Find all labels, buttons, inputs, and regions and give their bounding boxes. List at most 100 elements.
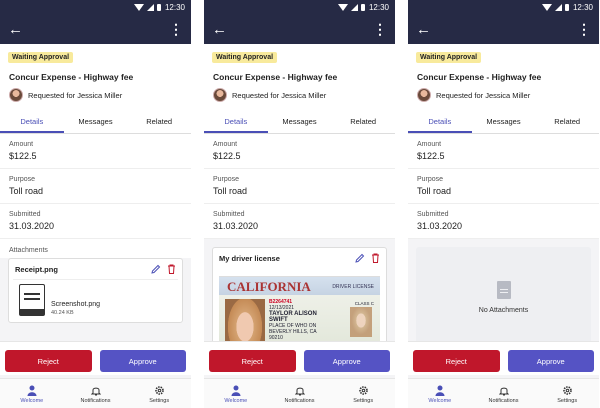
person-icon bbox=[230, 384, 242, 396]
approve-button[interactable]: Approve bbox=[303, 350, 390, 372]
field-value: Toll road bbox=[213, 186, 248, 196]
empty-attachments-label: No Attachments bbox=[478, 306, 529, 314]
app-bar: ← ⋮ bbox=[0, 14, 191, 44]
attachments-label: Attachments bbox=[0, 239, 191, 258]
field-submitted: Submitted 31.03.2020 bbox=[204, 204, 395, 239]
field-submitted: Submitted 31.03.2020 bbox=[408, 204, 599, 239]
status-badge: Waiting Approval bbox=[416, 52, 482, 63]
wifi-icon bbox=[133, 3, 144, 11]
wifi-icon bbox=[541, 3, 552, 11]
more-vert-icon[interactable]: ⋮ bbox=[577, 22, 591, 36]
detail-sheet: Waiting Approval Concur Expense - Highwa… bbox=[204, 44, 395, 239]
field-amount: Amount $122.5 bbox=[408, 134, 599, 169]
field-amount: Amount $122.5 bbox=[204, 134, 395, 169]
tab-messages[interactable]: Messages bbox=[472, 111, 536, 133]
requester: Requested for Jessica Miller bbox=[9, 88, 191, 102]
tab-details[interactable]: Details bbox=[204, 111, 268, 133]
status-time: 12:30 bbox=[572, 2, 593, 12]
field-submitted: Submitted 31.03.2020 bbox=[0, 204, 191, 239]
status-bar: 12:30 bbox=[0, 0, 191, 14]
requester: Requested for Jessica Miller bbox=[213, 88, 395, 102]
license-ghost-photo bbox=[350, 307, 372, 337]
file-row[interactable]: Screenshot.png 40.24 KB bbox=[13, 279, 178, 322]
phone-no-attachments: 12:30 ← ⋮ Waiting Approval Concur Expens… bbox=[408, 0, 599, 408]
bell-icon bbox=[294, 384, 306, 396]
field-label: Amount bbox=[417, 141, 442, 148]
nav-notifications[interactable]: Notifications bbox=[64, 379, 128, 408]
license-details: B2264741 12/13/2021 TAYLOR ALISON SWIFT … bbox=[269, 299, 317, 341]
document-icon bbox=[19, 284, 45, 316]
more-vert-icon[interactable]: ⋮ bbox=[169, 22, 183, 36]
tab-messages[interactable]: Messages bbox=[268, 111, 332, 133]
back-arrow-icon[interactable]: ← bbox=[416, 22, 431, 37]
field-label: Submitted bbox=[417, 211, 449, 218]
nav-notifications[interactable]: Notifications bbox=[472, 379, 536, 408]
approve-button[interactable]: Approve bbox=[99, 350, 186, 372]
reject-button[interactable]: Reject bbox=[209, 350, 296, 372]
attachment-card[interactable]: Receipt.png Screenshot.png 40.24 KB bbox=[8, 258, 183, 323]
nav-welcome[interactable]: Welcome bbox=[204, 379, 268, 408]
nav-label: Welcome bbox=[224, 398, 248, 404]
phone-receipt: 12:30 ← ⋮ Waiting Approval Concur Expens… bbox=[0, 0, 191, 408]
empty-attachments: No Attachments bbox=[416, 247, 591, 347]
delete-icon[interactable] bbox=[167, 264, 176, 274]
field-purpose: Purpose Toll road bbox=[204, 169, 395, 204]
reject-button[interactable]: Reject bbox=[413, 350, 500, 372]
field-amount: Amount $122.5 bbox=[0, 134, 191, 169]
signal-icon bbox=[146, 3, 154, 11]
field-purpose: Purpose Toll road bbox=[408, 169, 599, 204]
tab-details[interactable]: Details bbox=[408, 111, 472, 133]
field-label: Amount bbox=[213, 141, 238, 148]
nav-label: Notifications bbox=[80, 398, 111, 404]
gear-icon bbox=[357, 384, 369, 396]
edit-icon[interactable] bbox=[151, 264, 161, 274]
app-bar: ← ⋮ bbox=[408, 14, 599, 44]
requester-label: Requested for Jessica Miller bbox=[436, 90, 531, 100]
status-badge: Waiting Approval bbox=[8, 52, 74, 63]
back-arrow-icon[interactable]: ← bbox=[212, 22, 227, 37]
nav-notifications[interactable]: Notifications bbox=[268, 379, 332, 408]
app-bar: ← ⋮ bbox=[204, 14, 395, 44]
tab-related[interactable]: Related bbox=[127, 111, 191, 133]
field-value: 31.03.2020 bbox=[213, 221, 259, 231]
tab-details[interactable]: Details bbox=[0, 111, 64, 133]
approve-button[interactable]: Approve bbox=[507, 350, 594, 372]
detail-sheet: Waiting Approval Concur Expense - Highwa… bbox=[408, 44, 599, 239]
nav-settings[interactable]: Settings bbox=[127, 379, 191, 408]
reject-button[interactable]: Reject bbox=[5, 350, 92, 372]
requester: Requested for Jessica Miller bbox=[417, 88, 599, 102]
tab-messages[interactable]: Messages bbox=[64, 111, 128, 133]
field-purpose: Purpose Toll road bbox=[0, 169, 191, 204]
wifi-icon bbox=[337, 3, 348, 11]
avatar bbox=[417, 88, 431, 102]
edit-icon[interactable] bbox=[355, 253, 365, 263]
status-time: 12:30 bbox=[368, 2, 389, 12]
field-value: $122.5 bbox=[213, 151, 241, 161]
field-value: Toll road bbox=[417, 186, 452, 196]
status-badge: Waiting Approval bbox=[212, 52, 278, 63]
tab-related[interactable]: Related bbox=[331, 111, 395, 133]
nav-label: Settings bbox=[149, 398, 170, 404]
tab-related[interactable]: Related bbox=[535, 111, 599, 133]
field-label: Amount bbox=[9, 141, 34, 148]
avatar bbox=[9, 88, 23, 102]
signal-icon bbox=[554, 3, 562, 11]
nav-label: Settings bbox=[353, 398, 374, 404]
requester-label: Requested for Jessica Miller bbox=[232, 90, 327, 100]
nav-welcome[interactable]: Welcome bbox=[0, 379, 64, 408]
attachment-title: My driver license bbox=[219, 253, 280, 263]
nav-settings[interactable]: Settings bbox=[535, 379, 599, 408]
bottom-nav: Welcome Notifications Settings bbox=[408, 378, 599, 408]
action-bar: Reject Approve bbox=[204, 341, 395, 375]
delete-icon[interactable] bbox=[371, 253, 380, 263]
tab-bar: Details Messages Related bbox=[408, 111, 599, 134]
status-bar: 12:30 bbox=[204, 0, 395, 14]
page-title: Concur Expense - Highway fee bbox=[213, 72, 338, 82]
back-arrow-icon[interactable]: ← bbox=[8, 22, 23, 37]
battery-icon bbox=[156, 3, 161, 11]
attachment-card-header: My driver license bbox=[213, 248, 386, 268]
nav-settings[interactable]: Settings bbox=[331, 379, 395, 408]
more-vert-icon[interactable]: ⋮ bbox=[373, 22, 387, 36]
field-value: 31.03.2020 bbox=[9, 221, 55, 231]
nav-welcome[interactable]: Welcome bbox=[408, 379, 472, 408]
